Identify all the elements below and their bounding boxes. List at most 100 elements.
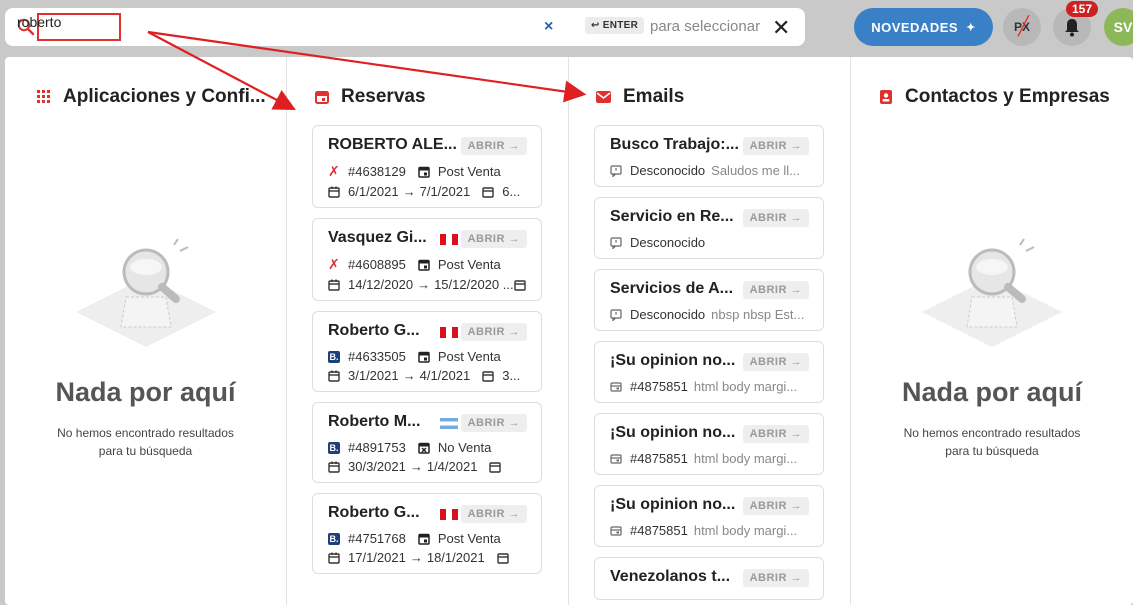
reserva-status: Post Venta [437, 164, 501, 179]
arrow-right-icon: → [508, 326, 520, 338]
reserva-name: Vasquez Gi... [328, 229, 427, 246]
open-button[interactable]: ABRIR → [460, 137, 527, 155]
column-title: Emails [623, 86, 685, 107]
email-card[interactable]: ¡Su opinion no... ABRIR → #4875851 html bod… [594, 485, 824, 547]
empty-state: Nada por aquí No hemos encontrado result… [851, 237, 1133, 460]
empty-magnifier-illustration [922, 238, 1062, 347]
email-subject: Venezolanos t... [610, 568, 731, 585]
reserva-card[interactable]: Roberto M... ABRIR → B. #4891753 No Venta 30/… [312, 402, 542, 483]
email-subject: Servicio en Re... [610, 208, 734, 225]
bell-icon [1065, 19, 1079, 37]
email-preview: html body margi... [693, 523, 798, 538]
date-from: 30/3/2021 [348, 459, 406, 474]
open-button[interactable]: ABRIR → [742, 353, 809, 371]
end-calendar-icon [482, 370, 494, 382]
open-button[interactable]: ABRIR → [742, 209, 809, 227]
email-subject: Busco Trabajo:... [610, 136, 739, 153]
reserva-name: Roberto M... [328, 413, 421, 430]
close-search-button[interactable]: ✕ [772, 15, 790, 41]
open-button[interactable]: ABRIR → [742, 137, 809, 155]
email-subject: ¡Su opinion no... [610, 424, 736, 441]
arrow-right-icon: → [790, 284, 802, 296]
reserva-card[interactable]: Roberto G... ABRIR → B. #4633505 Post Venta 3… [312, 311, 542, 392]
date-to: 4/1/2021 [419, 368, 471, 383]
date-from: 6/1/2021 [348, 184, 399, 199]
date-extra: 6... [502, 184, 521, 199]
open-button[interactable]: ABRIR → [742, 569, 809, 587]
px-button[interactable]: PX ╱ [1003, 8, 1041, 46]
date-calendar-icon [328, 279, 340, 291]
date-from: 3/1/2021 [348, 368, 399, 383]
clear-search-button[interactable]: × [544, 18, 553, 36]
reserva-id: #4751768 [348, 531, 406, 546]
empty-subtitle: No hemos encontrado resultados para tu b… [903, 426, 1081, 458]
column-title: Reservas [341, 86, 426, 107]
email-card[interactable]: ¡Su opinion no... ABRIR → #4875851 html bod… [594, 413, 824, 475]
end-calendar-icon [496, 552, 509, 564]
date-from: 14/12/2020 [348, 277, 414, 292]
message-icon [610, 164, 622, 177]
email-meta: #4875851 [630, 523, 688, 538]
email-card[interactable]: Venezolanos t... ABRIR → [594, 557, 824, 600]
user-avatar[interactable]: SV [1104, 8, 1133, 46]
open-button[interactable]: ABRIR → [460, 230, 527, 248]
end-calendar-icon [513, 279, 526, 291]
empty-subtitle: No hemos encontrado resultados para tu b… [57, 426, 234, 458]
email-meta: Desconocido [630, 307, 706, 322]
search-input[interactable] [17, 14, 77, 30]
arrow-right-icon: → [790, 572, 802, 584]
empty-magnifier-illustration [75, 238, 216, 347]
column-header-reservas: Reservas [315, 86, 426, 108]
arrow-right-icon: → [508, 233, 520, 245]
email-card[interactable]: Servicios de A... ABRIR → Desconocido nbsp … [594, 269, 824, 331]
email-card[interactable]: Servicio en Re... ABRIR → Desconocido [594, 197, 824, 259]
column-title: Aplicaciones y Confi... [63, 86, 266, 107]
reservas-list: ROBERTO ALE... ABRIR → ✗ #4638129 Post Venta… [312, 125, 542, 584]
flag-ar-icon [440, 418, 458, 429]
email-subject: ¡Su opinion no... [610, 352, 736, 369]
status-calendar-icon [418, 259, 430, 271]
column-header-emails: Emails [596, 86, 684, 108]
booking-icon [610, 381, 622, 392]
flag-pe-icon [440, 234, 458, 245]
message-icon [610, 308, 622, 321]
email-preview: html body margi... [693, 379, 798, 394]
reserva-id: #4638129 [348, 164, 406, 179]
email-subject: Servicios de A... [610, 280, 734, 297]
reserva-name: ROBERTO ALE... [328, 136, 457, 153]
arrow-right-icon: → [417, 277, 431, 292]
reserva-status: Post Venta [437, 257, 501, 272]
open-button[interactable]: ABRIR → [460, 505, 527, 523]
email-card[interactable]: ¡Su opinion no... ABRIR → #4875851 html bod… [594, 341, 824, 403]
novedades-button[interactable]: NOVEDADES ✦ [854, 8, 993, 46]
status-calendar-icon [418, 533, 430, 545]
reserva-card[interactable]: Roberto G... ABRIR → B. #4751768 Post Venta 1… [312, 493, 542, 574]
open-button[interactable]: ABRIR → [460, 414, 527, 432]
open-button[interactable]: ABRIR → [460, 323, 527, 341]
date-calendar-icon [328, 552, 340, 564]
status-calendar-icon [418, 166, 430, 178]
end-calendar-icon [482, 186, 494, 198]
source-x-icon: ✗ [328, 163, 340, 179]
date-calendar-icon [328, 186, 340, 198]
reserva-card[interactable]: Vasquez Gi... ABRIR → ✗ #4608895 Post Venta 1… [312, 218, 542, 301]
grid-icon [37, 90, 50, 103]
end-calendar-icon [489, 461, 502, 473]
booking-source-icon: B. [328, 532, 340, 545]
email-meta: #4875851 [630, 379, 688, 394]
notifications-count-badge: 157 [1066, 1, 1099, 17]
no-sale-icon [418, 442, 430, 454]
open-button[interactable]: ABRIR → [742, 281, 809, 299]
reserva-status: Post Venta [437, 531, 501, 546]
reserva-card[interactable]: ROBERTO ALE... ABRIR → ✗ #4638129 Post Venta… [312, 125, 542, 208]
column-contactos: Contactos y Empresas Nada por aquí No he… [851, 57, 1133, 605]
empty-title: Nada por aquí [55, 377, 236, 407]
open-button[interactable]: ABRIR → [742, 497, 809, 515]
email-card[interactable]: Busco Trabajo:... ABRIR → Desconocido Salud… [594, 125, 824, 187]
enter-hint-text: para seleccionar [650, 18, 761, 35]
open-button[interactable]: ABRIR → [742, 425, 809, 443]
email-subject: ¡Su opinion no... [610, 496, 736, 513]
arrow-right-icon: → [790, 140, 802, 152]
booking-source-icon: B. [328, 441, 340, 454]
status-calendar-icon [418, 351, 430, 363]
